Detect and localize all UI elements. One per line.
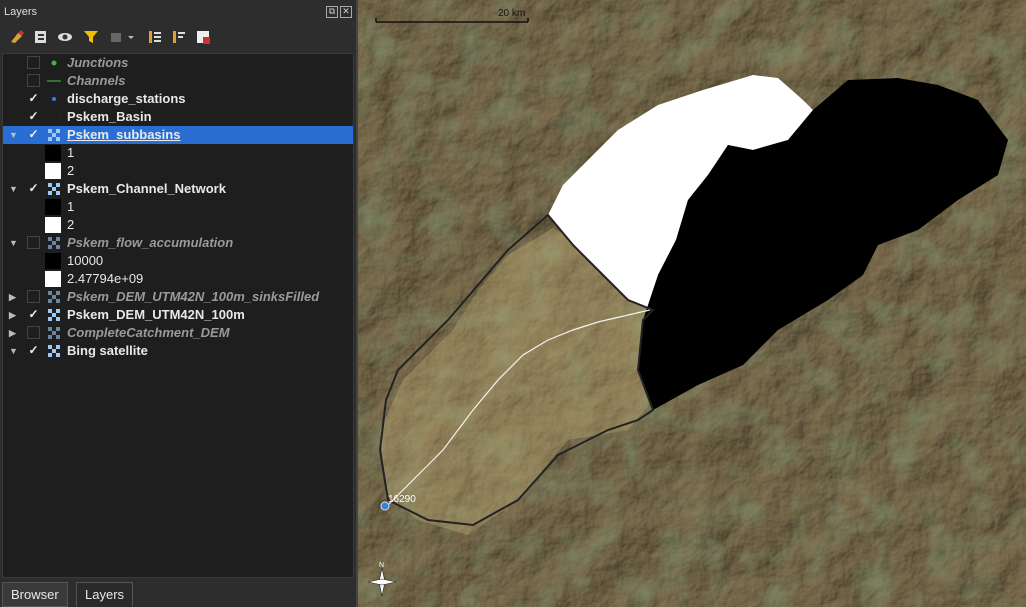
legend-item: 2.47794e+09 [3, 270, 353, 288]
layer-tree[interactable]: Junctions Channels ✓ discharge_stations … [2, 53, 354, 578]
point-symbol-icon [52, 97, 56, 101]
legend-swatch [45, 163, 61, 179]
legend-item: 2 [3, 162, 353, 180]
layer-checkbox[interactable]: ✓ [27, 344, 40, 357]
layer-checkbox[interactable]: ✓ [27, 92, 40, 105]
expand-arrow-icon[interactable]: ▶ [9, 324, 19, 342]
collapse-all-icon[interactable] [170, 28, 188, 46]
layer-row-pskem-channel-network[interactable]: ▼ ✓ Pskem_Channel_Network [3, 180, 353, 198]
legend-label: 2 [67, 217, 75, 232]
polygon-symbol-icon [47, 112, 61, 123]
float-panel-icon[interactable]: ⧉ [326, 6, 338, 18]
layer-checkbox[interactable]: ✓ [27, 128, 40, 141]
expand-arrow-icon[interactable]: ▶ [9, 306, 19, 324]
tab-browser[interactable]: Browser [2, 582, 68, 607]
point-symbol-icon [51, 60, 57, 66]
layer-name: Bing satellite [67, 343, 148, 358]
raster-layer-icon [48, 183, 60, 195]
line-symbol-icon [47, 80, 61, 82]
raster-layer-icon [48, 345, 60, 357]
legend-label: 10000 [67, 253, 104, 268]
collapse-arrow-icon[interactable]: ▼ [9, 126, 19, 144]
layer-row-discharge-stations[interactable]: ✓ discharge_stations [3, 90, 353, 108]
layer-name: Channels [67, 73, 126, 88]
legend-swatch [45, 199, 61, 215]
layer-row-dem[interactable]: ▶ ✓ Pskem_DEM_UTM42N_100m [3, 306, 353, 324]
panel-title: Layers [4, 6, 38, 18]
layer-row-pskem-flow-accumulation[interactable]: ▼ Pskem_flow_accumulation [3, 234, 353, 252]
collapse-arrow-icon[interactable]: ▼ [9, 180, 19, 198]
layer-name: Pskem_DEM_UTM42N_100m_sinksFilled [67, 289, 320, 304]
layer-name: CompleteCatchment_DEM [67, 325, 230, 340]
legend-swatch [45, 145, 61, 161]
dock-tabs: Browser Layers [0, 580, 356, 607]
layers-panel: Layers ⧉ ✕ Junctions Channels ✓ discharg… [0, 0, 356, 607]
layer-row-junctions[interactable]: Junctions [3, 54, 353, 72]
raster-layer-icon [48, 237, 60, 249]
legend-item: 1 [3, 144, 353, 162]
layer-row-dem-sinks-filled[interactable]: ▶ Pskem_DEM_UTM42N_100m_sinksFilled [3, 288, 353, 306]
map-svg: 16290 20 km N [358, 0, 1026, 607]
legend-icon[interactable] [108, 28, 138, 46]
collapse-arrow-icon[interactable]: ▼ [9, 234, 19, 252]
layer-checkbox[interactable]: ✓ [27, 308, 40, 321]
remove-layer-icon[interactable] [194, 28, 212, 46]
station-label: 16290 [388, 494, 416, 505]
map-canvas[interactable]: 16290 20 km N [358, 0, 1026, 607]
legend-item: 10000 [3, 252, 353, 270]
layer-name: Pskem_Basin [67, 109, 152, 124]
layer-row-channels[interactable]: Channels [3, 72, 353, 90]
legend-item: 1 [3, 198, 353, 216]
layers-toolbar [4, 26, 354, 48]
legend-label: 2.47794e+09 [67, 271, 144, 286]
legend-swatch [45, 217, 61, 233]
raster-layer-icon [48, 291, 60, 303]
style-icon[interactable] [8, 28, 26, 46]
layer-checkbox[interactable]: ✓ [27, 110, 40, 123]
expand-all-icon[interactable] [146, 28, 164, 46]
layer-checkbox[interactable] [27, 290, 40, 303]
layer-checkbox[interactable] [27, 236, 40, 249]
layer-row-complete-catchment-dem[interactable]: ▶ CompleteCatchment_DEM [3, 324, 353, 342]
legend-swatch [45, 271, 61, 287]
legend-label: 2 [67, 163, 75, 178]
collapse-arrow-icon[interactable]: ▼ [9, 342, 19, 360]
layer-name: Pskem_DEM_UTM42N_100m [67, 307, 245, 322]
raster-layer-icon [48, 129, 60, 141]
tab-layers[interactable]: Layers [76, 582, 134, 607]
expand-arrow-icon[interactable]: ▶ [9, 288, 19, 306]
legend-item: 2 [3, 216, 353, 234]
north-label: N [379, 562, 384, 569]
layer-name: Pskem_subbasins [67, 127, 181, 142]
layer-row-pskem-subbasins[interactable]: ▼ ✓ Pskem_subbasins [3, 126, 353, 144]
layer-row-pskem-basin[interactable]: ✓ Pskem_Basin [3, 108, 353, 126]
legend-swatch [45, 253, 61, 269]
layer-checkbox[interactable] [27, 326, 40, 339]
scale-label: 20 km [498, 8, 525, 19]
raster-layer-icon [48, 327, 60, 339]
filter-icon[interactable] [82, 28, 100, 46]
add-group-icon[interactable] [32, 28, 50, 46]
legend-label: 1 [67, 199, 75, 214]
layer-name: discharge_stations [67, 91, 186, 106]
layer-row-bing-satellite[interactable]: ▼ ✓ Bing satellite [3, 342, 353, 360]
layer-name: Junctions [67, 55, 129, 70]
layer-checkbox[interactable] [27, 74, 40, 87]
layer-checkbox[interactable]: ✓ [27, 182, 40, 195]
close-panel-icon[interactable]: ✕ [340, 6, 352, 18]
eye-icon[interactable] [56, 28, 74, 46]
layer-checkbox[interactable] [27, 56, 40, 69]
raster-layer-icon [48, 309, 60, 321]
layer-name: Pskem_Channel_Network [67, 181, 226, 196]
layer-name: Pskem_flow_accumulation [67, 235, 234, 250]
legend-label: 1 [67, 145, 75, 160]
